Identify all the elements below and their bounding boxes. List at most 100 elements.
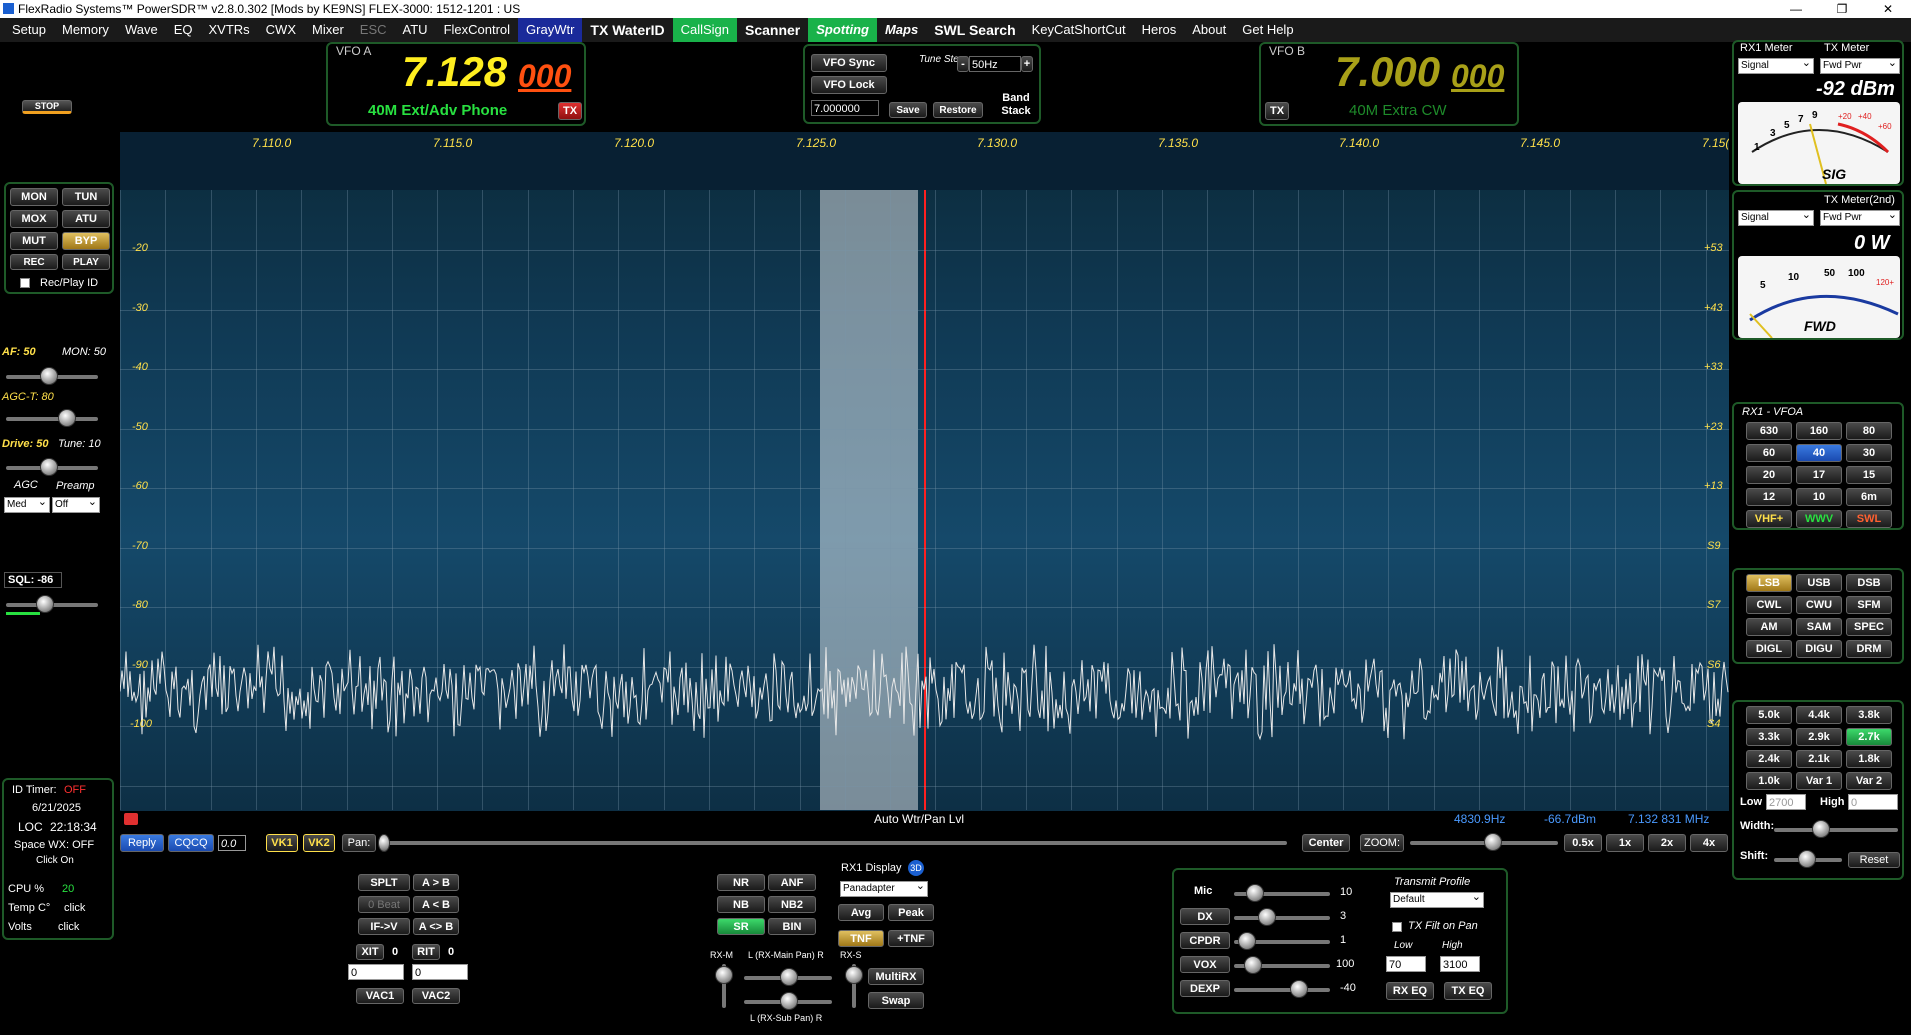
cpdr-button[interactable]: CPDR: [1180, 932, 1230, 949]
anf-button[interactable]: ANF: [768, 874, 816, 891]
reply-button[interactable]: Reply: [120, 834, 164, 852]
dx-button[interactable]: DX: [1180, 908, 1230, 925]
filter-2k9-button[interactable]: 2.9k: [1796, 728, 1842, 746]
mon-button[interactable]: MON: [10, 188, 58, 206]
menu-memory[interactable]: Memory: [54, 18, 117, 42]
vox-button[interactable]: VOX: [1180, 956, 1230, 973]
panadapter-display[interactable]: 7.110.0 7.115.0 7.120.0 7.125.0 7.130.0 …: [120, 132, 1729, 811]
tx-high-input[interactable]: 3100: [1440, 956, 1480, 972]
nr-button[interactable]: NR: [717, 874, 765, 891]
agct-slider-knob[interactable]: [58, 409, 76, 427]
filter-reset-button[interactable]: Reset: [1848, 852, 1900, 868]
split-button[interactable]: SPLT: [358, 874, 410, 891]
filter-1k0-button[interactable]: 1.0k: [1746, 772, 1792, 790]
restore-button[interactable]: Restore: [933, 102, 983, 118]
sr-button[interactable]: SR: [717, 918, 765, 935]
band-6m-button[interactable]: 6m: [1846, 488, 1892, 506]
auto-wtr-label[interactable]: Auto Wtr/Pan Lvl: [874, 812, 964, 826]
play-button[interactable]: PLAY: [62, 254, 110, 270]
mode-cwl-button[interactable]: CWL: [1746, 596, 1792, 614]
band-20-button[interactable]: 20: [1746, 466, 1792, 484]
filter-1k8-button[interactable]: 1.8k: [1846, 750, 1892, 768]
vfo-a-mhz[interactable]: 7.128: [402, 48, 507, 96]
zoom-slider-knob[interactable]: [1484, 833, 1502, 851]
tune-step-plus[interactable]: +: [1021, 56, 1033, 72]
mode-cwu-button[interactable]: CWU: [1796, 596, 1842, 614]
filter-shift-knob[interactable]: [1798, 850, 1816, 868]
band-10-button[interactable]: 10: [1796, 488, 1842, 506]
vk1-button[interactable]: VK1: [266, 834, 298, 852]
menu-esc[interactable]: ESC: [352, 18, 395, 42]
nb-button[interactable]: NB: [717, 896, 765, 913]
temp-value[interactable]: click: [64, 902, 85, 914]
filter-2k4-button[interactable]: 2.4k: [1746, 750, 1792, 768]
mode-am-button[interactable]: AM: [1746, 618, 1792, 636]
byp-button[interactable]: BYP: [62, 232, 110, 250]
filter-low-input[interactable]: 2700: [1766, 794, 1806, 810]
band-swl-button[interactable]: SWL: [1846, 510, 1892, 528]
pan-slider[interactable]: [384, 841, 1287, 845]
zero-beat-button[interactable]: 0 Beat: [358, 896, 410, 913]
band-12-button[interactable]: 12: [1746, 488, 1792, 506]
tx-eq-button[interactable]: TX EQ: [1444, 982, 1492, 1000]
camera-icon[interactable]: [124, 813, 138, 825]
tx-filt-pan-checkbox[interactable]: [1392, 922, 1402, 932]
band-30-button[interactable]: 30: [1846, 444, 1892, 462]
mode-sam-button[interactable]: SAM: [1796, 618, 1842, 636]
multirx-button[interactable]: MultiRX: [868, 968, 924, 985]
mode-lsb-button[interactable]: LSB: [1746, 574, 1792, 592]
vfo-b-hz[interactable]: 000: [1451, 58, 1504, 95]
pan-slider-knob[interactable]: [378, 834, 390, 852]
dx-slider-knob[interactable]: [1258, 908, 1276, 926]
band-40-button[interactable]: 40: [1796, 444, 1842, 462]
atu-button[interactable]: ATU: [62, 210, 110, 228]
xit-button[interactable]: XIT: [356, 944, 384, 960]
filter-4k4-button[interactable]: 4.4k: [1796, 706, 1842, 724]
tune-step-value[interactable]: 50Hz: [969, 56, 1021, 72]
vfo-freq-entry[interactable]: 7.000000: [811, 100, 879, 116]
vk2-button[interactable]: VK2: [303, 834, 335, 852]
zoom-1x-button[interactable]: 1x: [1606, 834, 1644, 852]
filter-width-slider[interactable]: [1774, 828, 1898, 832]
save-button[interactable]: Save: [889, 102, 927, 118]
mic-slider-knob[interactable]: [1246, 884, 1264, 902]
a-to-b-button[interactable]: A > B: [413, 874, 459, 891]
band-stack-button[interactable]: Band Stack: [995, 92, 1037, 118]
dexp-slider[interactable]: [1234, 988, 1330, 992]
mode-spec-button[interactable]: SPEC: [1846, 618, 1892, 636]
filter-3k3-button[interactable]: 3.3k: [1746, 728, 1792, 746]
mode-drm-button[interactable]: DRM: [1846, 640, 1892, 658]
dexp-button[interactable]: DEXP: [1180, 980, 1230, 997]
menu-about[interactable]: About: [1184, 18, 1234, 42]
vac2-button[interactable]: VAC2: [412, 988, 460, 1004]
id-timer-value[interactable]: OFF: [64, 784, 86, 796]
menu-tx-waterid[interactable]: TX WaterID: [582, 18, 672, 42]
tun-button[interactable]: TUN: [62, 188, 110, 206]
menu-keycat[interactable]: KeyCatShortCut: [1024, 18, 1134, 42]
rx-meter-select[interactable]: Signal: [1738, 56, 1814, 74]
filter-2k1-button[interactable]: 2.1k: [1796, 750, 1842, 768]
tune-step-minus[interactable]: -: [957, 56, 969, 72]
maximize-button[interactable]: ❐: [1819, 0, 1865, 18]
main-pan-knob[interactable]: [780, 968, 798, 986]
vfo-a-hz[interactable]: 000: [518, 58, 571, 95]
meter2-rx-select[interactable]: Signal: [1738, 208, 1814, 226]
zoom-05x-button[interactable]: 0.5x: [1564, 834, 1602, 852]
mut-button[interactable]: MUT: [10, 232, 58, 250]
menu-wave[interactable]: Wave: [117, 18, 166, 42]
close-button[interactable]: ✕: [1865, 0, 1911, 18]
filter-5k-button[interactable]: 5.0k: [1746, 706, 1792, 724]
tx-meter-select[interactable]: Fwd Pwr: [1820, 56, 1900, 74]
band-160-button[interactable]: 160: [1796, 422, 1842, 440]
menu-get-help[interactable]: Get Help: [1234, 18, 1301, 42]
menu-setup[interactable]: Setup: [4, 18, 54, 42]
xit-input[interactable]: 0: [348, 964, 404, 980]
vfo-a-tx-button[interactable]: TX: [558, 102, 582, 120]
menu-callsign[interactable]: CallSign: [672, 18, 737, 42]
rit-input[interactable]: 0: [412, 964, 468, 980]
sql-slider-knob[interactable]: [36, 595, 54, 613]
drive-slider-knob[interactable]: [40, 458, 58, 476]
band-wwv-button[interactable]: WWV: [1796, 510, 1842, 528]
filter-2k7-button[interactable]: 2.7k: [1846, 728, 1892, 746]
dx-slider[interactable]: [1234, 916, 1330, 920]
